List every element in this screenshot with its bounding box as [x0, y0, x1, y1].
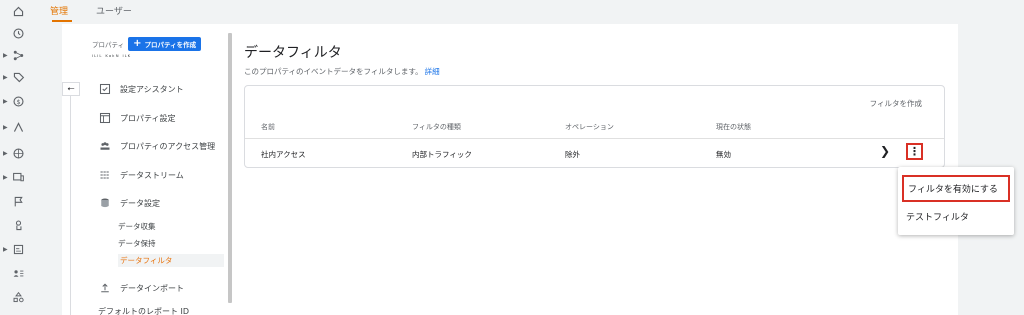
menu-item-activate-filter[interactable]: フィルタを有効にする — [902, 175, 1010, 202]
page-description: このプロパティのイベントデータをフィルタします。 詳細 — [244, 66, 440, 77]
devices-icon[interactable]: ▶ — [0, 166, 36, 188]
column-header-name[interactable]: 名前 — [261, 122, 275, 132]
tab-user[interactable]: ユーザー — [82, 0, 146, 22]
upload-icon — [98, 281, 112, 295]
touch-icon[interactable] — [0, 214, 36, 236]
nav-label: 設定アシスタント — [120, 84, 184, 94]
nav-label: プロパティのアクセス管理 — [120, 141, 216, 151]
create-property-button[interactable]: + プロパティを作成 — [128, 37, 202, 51]
nav-default-report-id[interactable]: デフォルトのレポート ID — [98, 306, 189, 315]
cell-filter-operation: 除外 — [565, 150, 580, 159]
icon-rail: ▶ ▶ ▶ $ ▶ ▶ ▶ ▶ — [0, 0, 36, 315]
nav-label: データストリーム — [120, 170, 184, 180]
flag-icon[interactable] — [0, 190, 36, 212]
menu-item-test-filter[interactable]: テストフィルタ — [902, 205, 1010, 228]
nav-data-streams[interactable]: データストリーム — [92, 164, 226, 186]
streams-icon — [98, 168, 112, 182]
row-action-menu: フィルタを有効にする テストフィルタ — [898, 167, 1014, 235]
people-icon — [98, 139, 112, 153]
nav-property-settings[interactable]: プロパティ設定 — [92, 107, 226, 129]
column-divider — [70, 96, 71, 315]
journey-icon[interactable]: ▶ — [0, 44, 36, 66]
shapes-icon[interactable] — [0, 286, 36, 308]
cell-filter-type: 内部トラフィック — [412, 150, 472, 159]
cell-filter-name: 社内アクセス — [261, 150, 306, 159]
plus-icon: + — [133, 38, 142, 49]
column-header-status[interactable]: 現在の状態 — [716, 122, 751, 132]
nav-sub-data-filters[interactable]: データフィルタ — [118, 254, 224, 267]
property-label: プロパティ — [92, 41, 125, 49]
nav-sub-data-collection[interactable]: データ収集 — [118, 221, 156, 232]
create-filter-button[interactable]: フィルタを作成 — [870, 98, 922, 109]
page-title: データフィルタ — [244, 45, 342, 61]
nav-data-import[interactable]: データインポート — [92, 277, 226, 299]
nav-sub-data-retention[interactable]: データ保持 — [118, 238, 156, 249]
globe-icon[interactable]: ▶ — [0, 142, 36, 164]
report-icon[interactable]: ▶ — [0, 238, 36, 260]
column-header-type[interactable]: フィルタの種類 — [412, 122, 461, 132]
nav-data-settings[interactable]: データ設定 — [92, 192, 226, 214]
layout-icon — [98, 111, 112, 125]
nav-label: プロパティ設定 — [120, 113, 176, 123]
engagement-icon[interactable]: ▶ — [0, 116, 36, 138]
details-link[interactable]: 詳細 — [425, 67, 440, 76]
clock-icon[interactable] — [0, 22, 36, 44]
property-name: ᴵᴸᴵᴸ ᴷᵃᵏᴺ ᴵᴸᴷ — [92, 54, 132, 61]
nav-label: データ設定 — [120, 198, 160, 208]
header-divider — [245, 138, 944, 139]
tag-icon[interactable]: ▶ — [0, 66, 36, 88]
checkbox-icon — [98, 82, 112, 96]
home-icon[interactable] — [0, 0, 36, 22]
top-tabs: 管理 ユーザー — [36, 0, 146, 22]
tab-admin[interactable]: 管理 — [36, 0, 82, 22]
column-header-operation[interactable]: オペレーション — [565, 122, 614, 132]
app-root: ▶ ▶ ▶ $ ▶ ▶ ▶ ▶ 管理 ユーザー プロパティ + プロパティを作成… — [0, 0, 1024, 315]
nav-label: データインポート — [120, 283, 184, 293]
svg-text:$: $ — [16, 97, 20, 105]
user-list-icon[interactable] — [0, 262, 36, 284]
nav-setup-assistant[interactable]: 設定アシスタント — [92, 78, 226, 100]
property-header: プロパティ + プロパティを作成 — [92, 37, 202, 51]
create-property-label: プロパティを作成 — [144, 41, 197, 49]
dollar-icon[interactable]: ▶ $ — [0, 90, 36, 112]
filters-table-card: フィルタを作成 名前 フィルタの種類 オペレーション 現在の状態 社内アクセス … — [244, 85, 945, 168]
cell-filter-status: 無効 — [716, 150, 731, 159]
database-icon — [98, 196, 112, 210]
more-vert-icon[interactable]: ⋮ — [906, 143, 923, 160]
description-text: このプロパティのイベントデータをフィルタします。 — [244, 67, 423, 76]
chevron-right-icon[interactable]: ❯ — [880, 144, 890, 158]
back-arrow-icon[interactable]: ⭠ — [62, 82, 80, 96]
nav-property-access[interactable]: プロパティのアクセス管理 — [92, 135, 226, 157]
scrollbar[interactable] — [228, 33, 232, 303]
